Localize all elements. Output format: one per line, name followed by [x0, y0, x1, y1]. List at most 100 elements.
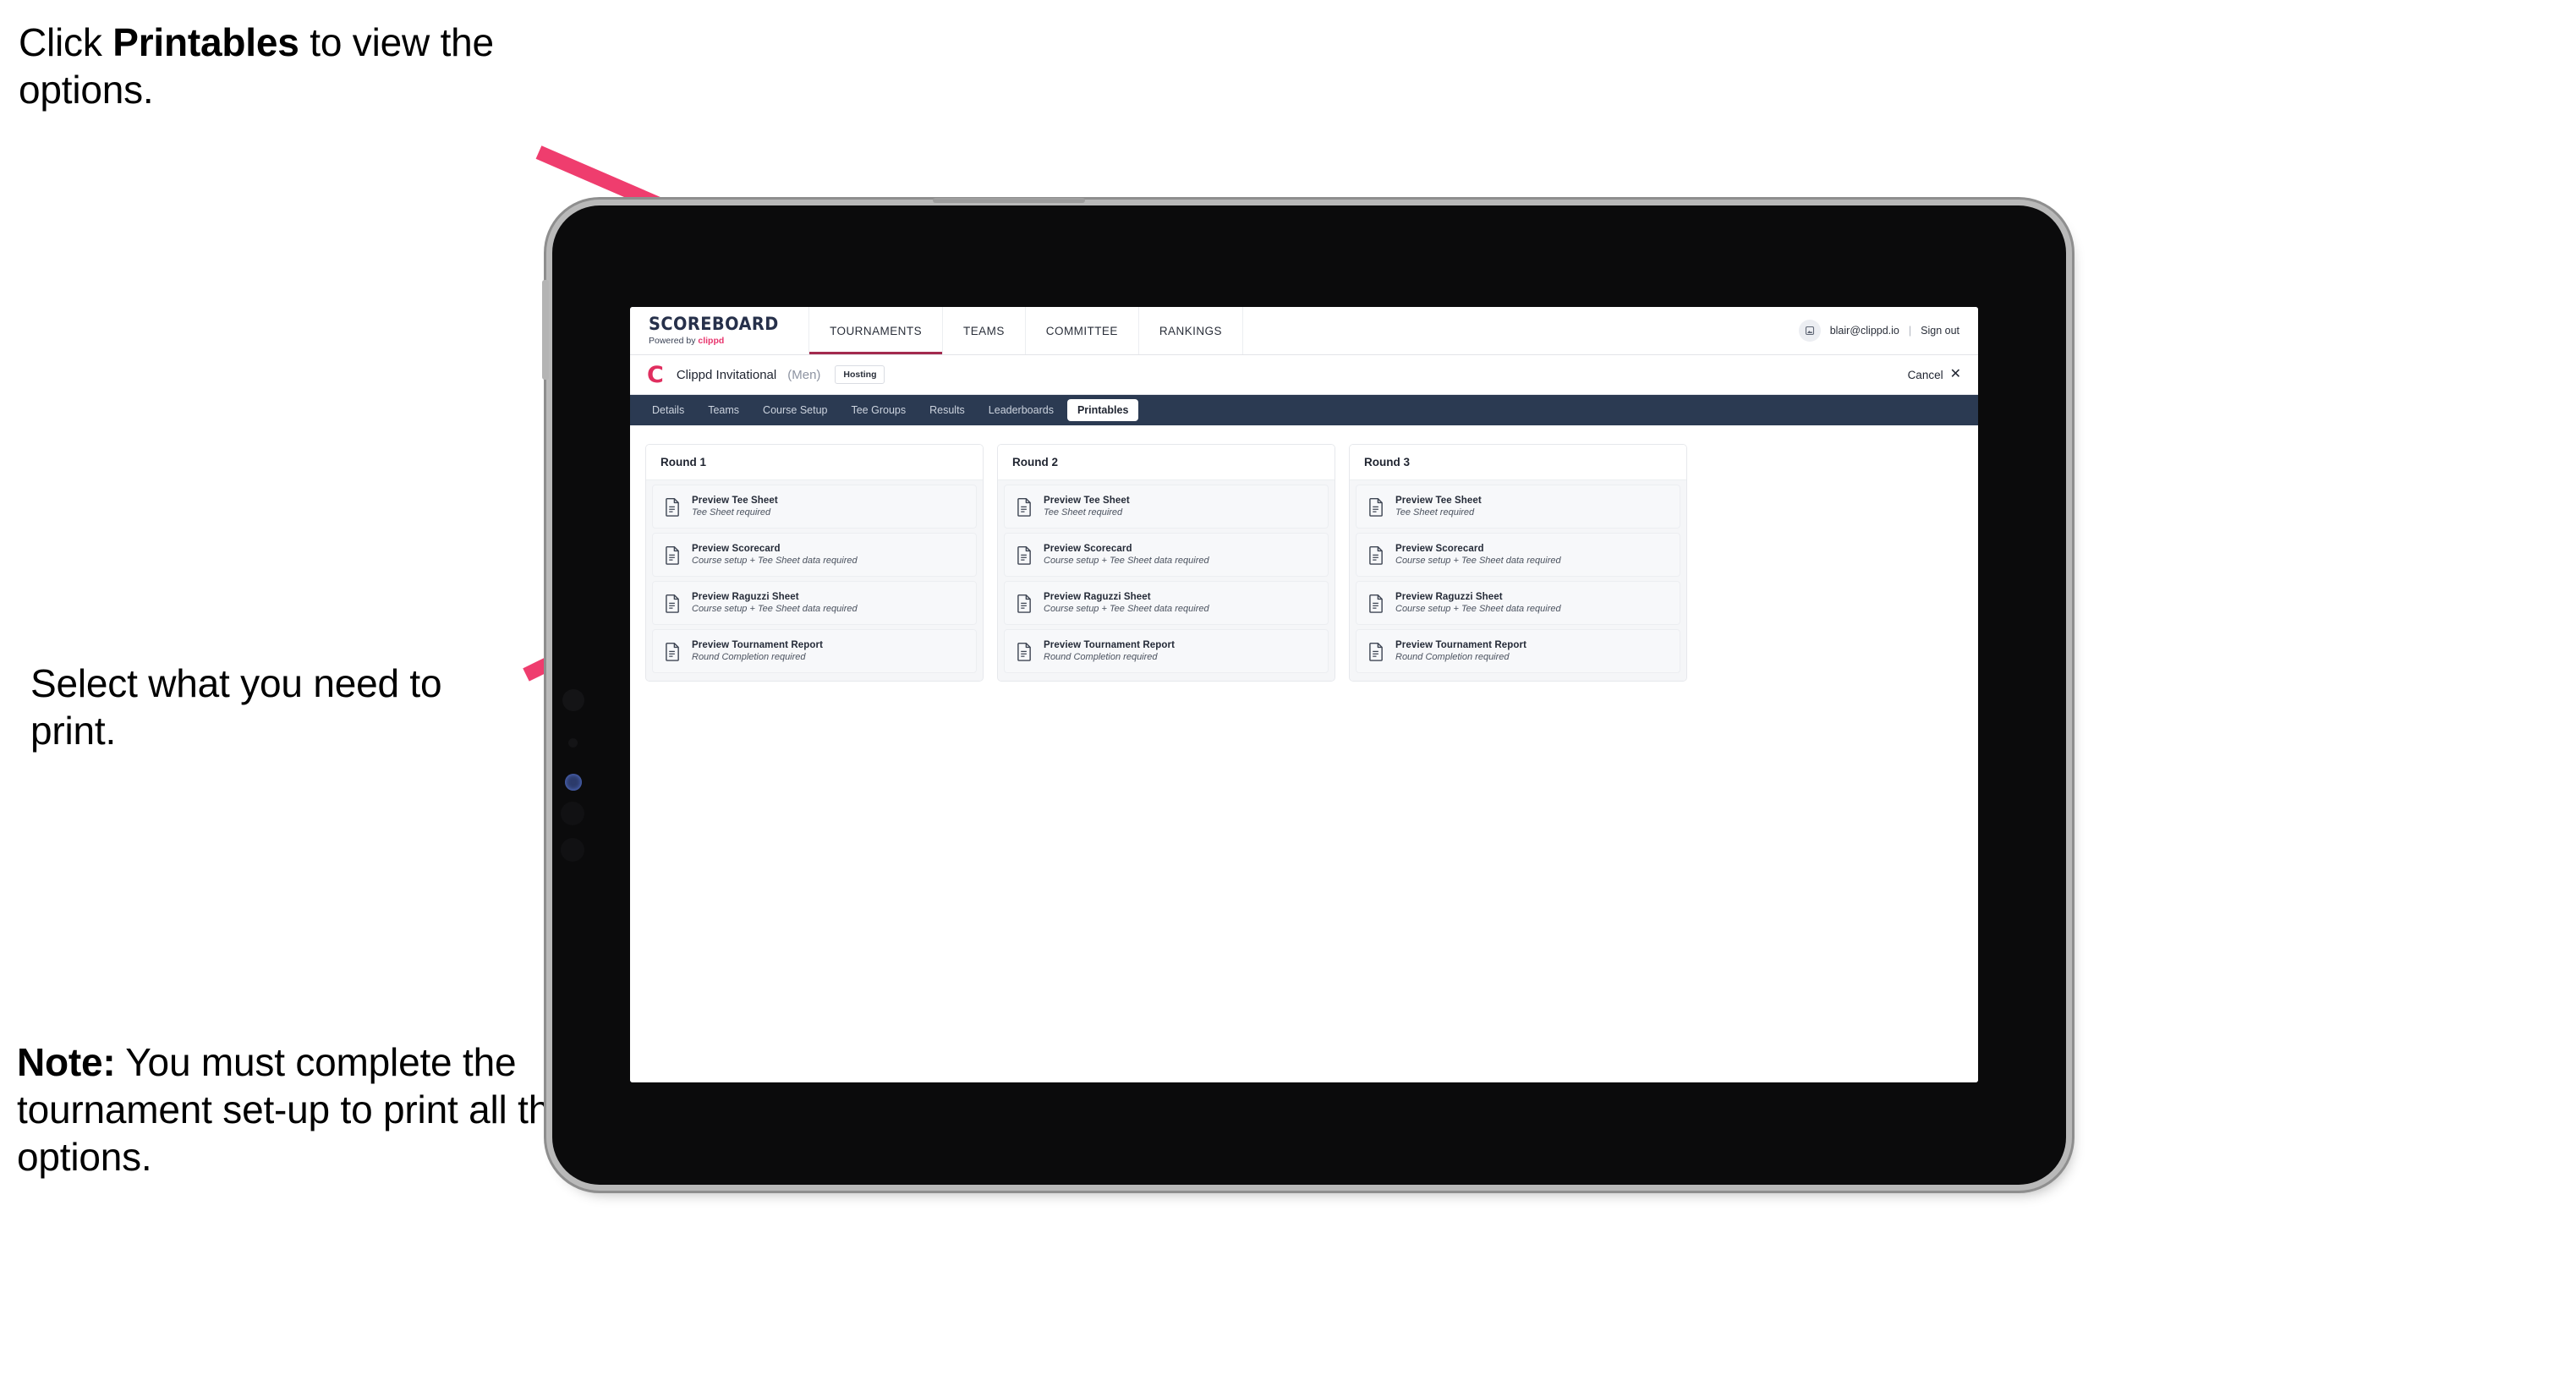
printable-item-text: Preview Tee Sheet Tee Sheet required — [1044, 496, 1130, 518]
printable-item-requirement: Course setup + Tee Sheet data required — [692, 604, 858, 614]
tournament-tabs: Details Teams Course Setup Tee Groups Re… — [630, 395, 1978, 425]
printable-item-text: Preview Tee Sheet Tee Sheet required — [1395, 496, 1482, 518]
printable-item-row[interactable]: Preview Scorecard Course setup + Tee Shee… — [1356, 533, 1680, 577]
printable-item-requirement: Course setup + Tee Sheet data required — [1395, 556, 1561, 566]
printable-item-row[interactable]: Preview Tee Sheet Tee Sheet required — [1356, 485, 1680, 529]
user-email: blair@clippd.io — [1829, 325, 1899, 337]
cancel-button[interactable]: Cancel ✕ — [1908, 368, 1961, 381]
tab-tee-groups[interactable]: Tee Groups — [841, 399, 916, 421]
round-items-list: Preview Tee Sheet Tee Sheet required Previ… — [1350, 480, 1686, 681]
printable-item-row[interactable]: Preview Scorecard Course setup + Tee Shee… — [652, 533, 977, 577]
document-icon — [665, 642, 681, 661]
printable-item-text: Preview Scorecard Course setup + Tee Shee… — [1044, 544, 1209, 566]
close-icon: ✕ — [1949, 367, 1961, 381]
printable-item-text: Preview Scorecard Course setup + Tee Shee… — [692, 544, 858, 566]
printable-item-requirement: Tee Sheet required — [1044, 507, 1123, 518]
topnav-item-tournaments[interactable]: TOURNAMENTS — [809, 307, 944, 354]
document-icon — [1017, 642, 1033, 661]
document-icon — [1017, 594, 1033, 613]
status-badge: Hosting — [835, 365, 885, 384]
printable-item-title: Preview Scorecard — [692, 544, 781, 554]
printable-item-title: Preview Tee Sheet — [692, 496, 778, 506]
tab-printables[interactable]: Printables — [1066, 399, 1139, 421]
printable-item-row[interactable]: Preview Tournament Report Round Completio… — [652, 629, 977, 673]
callout-note-bold: Note: — [17, 1040, 116, 1084]
document-icon — [1368, 545, 1384, 565]
user-avatar-icon[interactable] — [1798, 320, 1821, 342]
round-title: Round 3 — [1350, 445, 1686, 480]
document-icon — [1368, 497, 1384, 517]
printable-item-title: Preview Tournament Report — [1044, 640, 1176, 650]
printable-item-row[interactable]: Preview Scorecard Course setup + Tee Shee… — [1004, 533, 1329, 577]
tab-results[interactable]: Results — [919, 399, 975, 421]
printable-item-text: Preview Tee Sheet Tee Sheet required — [692, 496, 778, 518]
tablet-side-button-3[interactable] — [561, 802, 584, 825]
tablet-speaker-grille — [933, 198, 1085, 203]
printable-item-row[interactable]: Preview Raguzzi Sheet Course setup + Tee … — [1356, 581, 1680, 625]
tab-teams[interactable]: Teams — [698, 399, 749, 421]
tournament-title: Clippd Invitational — [676, 367, 777, 382]
round-title: Round 1 — [646, 445, 983, 480]
topnav-item-teams[interactable]: TEAMS — [943, 307, 1026, 354]
topnav-item-rankings[interactable]: RANKINGS — [1139, 307, 1243, 354]
callout-click-printables: Click Printables to view the options. — [19, 19, 560, 113]
tablet-side-button-1[interactable] — [562, 689, 584, 711]
printable-item-title: Preview Scorecard — [1395, 544, 1484, 554]
printable-item-title: Preview Raguzzi Sheet — [692, 592, 799, 602]
tab-leaderboards[interactable]: Leaderboards — [978, 399, 1064, 421]
topnav-item-committee[interactable]: COMMITTEE — [1026, 307, 1139, 354]
round-column: Round 1 Preview Tee Sheet Tee Sheet requir… — [645, 444, 984, 682]
printable-item-text: Preview Raguzzi Sheet Course setup + Tee … — [1044, 592, 1209, 614]
printables-content: Round 1 Preview Tee Sheet Tee Sheet requir… — [630, 425, 1978, 1082]
printable-item-requirement: Course setup + Tee Sheet data required — [1395, 604, 1561, 614]
tab-details[interactable]: Details — [642, 399, 694, 421]
callout-click-bold: Printables — [112, 20, 299, 64]
tablet-device: SCOREBOARD Powered by clippd TOURNAMENTS… — [542, 198, 2066, 1185]
tablet-side-button-2[interactable] — [568, 738, 578, 748]
brand-tagline: Powered by clippd — [649, 336, 790, 346]
brand-powered-prefix: Powered by — [649, 336, 699, 346]
sign-out-link[interactable]: Sign out — [1921, 325, 1959, 337]
tablet-volume-rocker[interactable] — [542, 280, 549, 380]
printable-item-requirement: Round Completion required — [1395, 652, 1510, 662]
round-column: Round 3 Preview Tee Sheet Tee Sheet requir… — [1349, 444, 1687, 682]
document-icon — [665, 545, 681, 565]
document-icon — [1017, 545, 1033, 565]
printable-item-text: Preview Raguzzi Sheet Course setup + Tee … — [1395, 592, 1561, 614]
printable-item-row[interactable]: Preview Tournament Report Round Completio… — [1004, 629, 1329, 673]
printable-item-row[interactable]: Preview Tee Sheet Tee Sheet required — [652, 485, 977, 529]
tablet-led-indicator — [565, 774, 582, 791]
printable-item-row[interactable]: Preview Tournament Report Round Completio… — [1356, 629, 1680, 673]
printable-item-title: Preview Raguzzi Sheet — [1044, 592, 1151, 602]
printable-item-text: Preview Tournament Report Round Completio… — [1044, 640, 1175, 662]
tournament-gender: (Men) — [787, 367, 821, 382]
document-icon — [665, 594, 681, 613]
callout-select-print: Select what you need to print. — [30, 661, 442, 753]
printable-item-title: Preview Scorecard — [1044, 544, 1132, 554]
callout-click-prefix: Click — [19, 20, 113, 64]
brand-clippd: clippd — [698, 336, 725, 346]
tab-course-setup[interactable]: Course Setup — [753, 399, 837, 421]
primary-navigation: TOURNAMENTS TEAMS COMMITTEE RANKINGS — [809, 307, 1243, 354]
printable-item-row[interactable]: Preview Raguzzi Sheet Course setup + Tee … — [652, 581, 977, 625]
printable-item-text: Preview Tournament Report Round Completio… — [1395, 640, 1526, 662]
printable-item-title: Preview Tournament Report — [692, 640, 824, 650]
printable-item-requirement: Round Completion required — [1044, 652, 1158, 662]
cancel-label: Cancel — [1907, 368, 1943, 381]
scoreboard-logo[interactable]: SCOREBOARD Powered by clippd — [630, 307, 810, 354]
document-icon — [1368, 642, 1384, 661]
document-icon — [1368, 594, 1384, 613]
printable-item-requirement: Tee Sheet required — [1395, 507, 1475, 518]
printable-item-text: Preview Tournament Report Round Completio… — [692, 640, 823, 662]
round-title: Round 2 — [998, 445, 1335, 480]
printable-item-text: Preview Scorecard Course setup + Tee Shee… — [1395, 544, 1561, 566]
printable-item-requirement: Course setup + Tee Sheet data required — [1044, 604, 1209, 614]
printable-item-row[interactable]: Preview Raguzzi Sheet Course setup + Tee … — [1004, 581, 1329, 625]
printable-item-row[interactable]: Preview Tee Sheet Tee Sheet required — [1004, 485, 1329, 529]
document-icon — [665, 497, 681, 517]
round-items-list: Preview Tee Sheet Tee Sheet required Previ… — [646, 480, 983, 681]
brand-name: SCOREBOARD — [649, 314, 779, 334]
tablet-side-button-4[interactable] — [561, 838, 584, 862]
round-items-list: Preview Tee Sheet Tee Sheet required Previ… — [998, 480, 1335, 681]
